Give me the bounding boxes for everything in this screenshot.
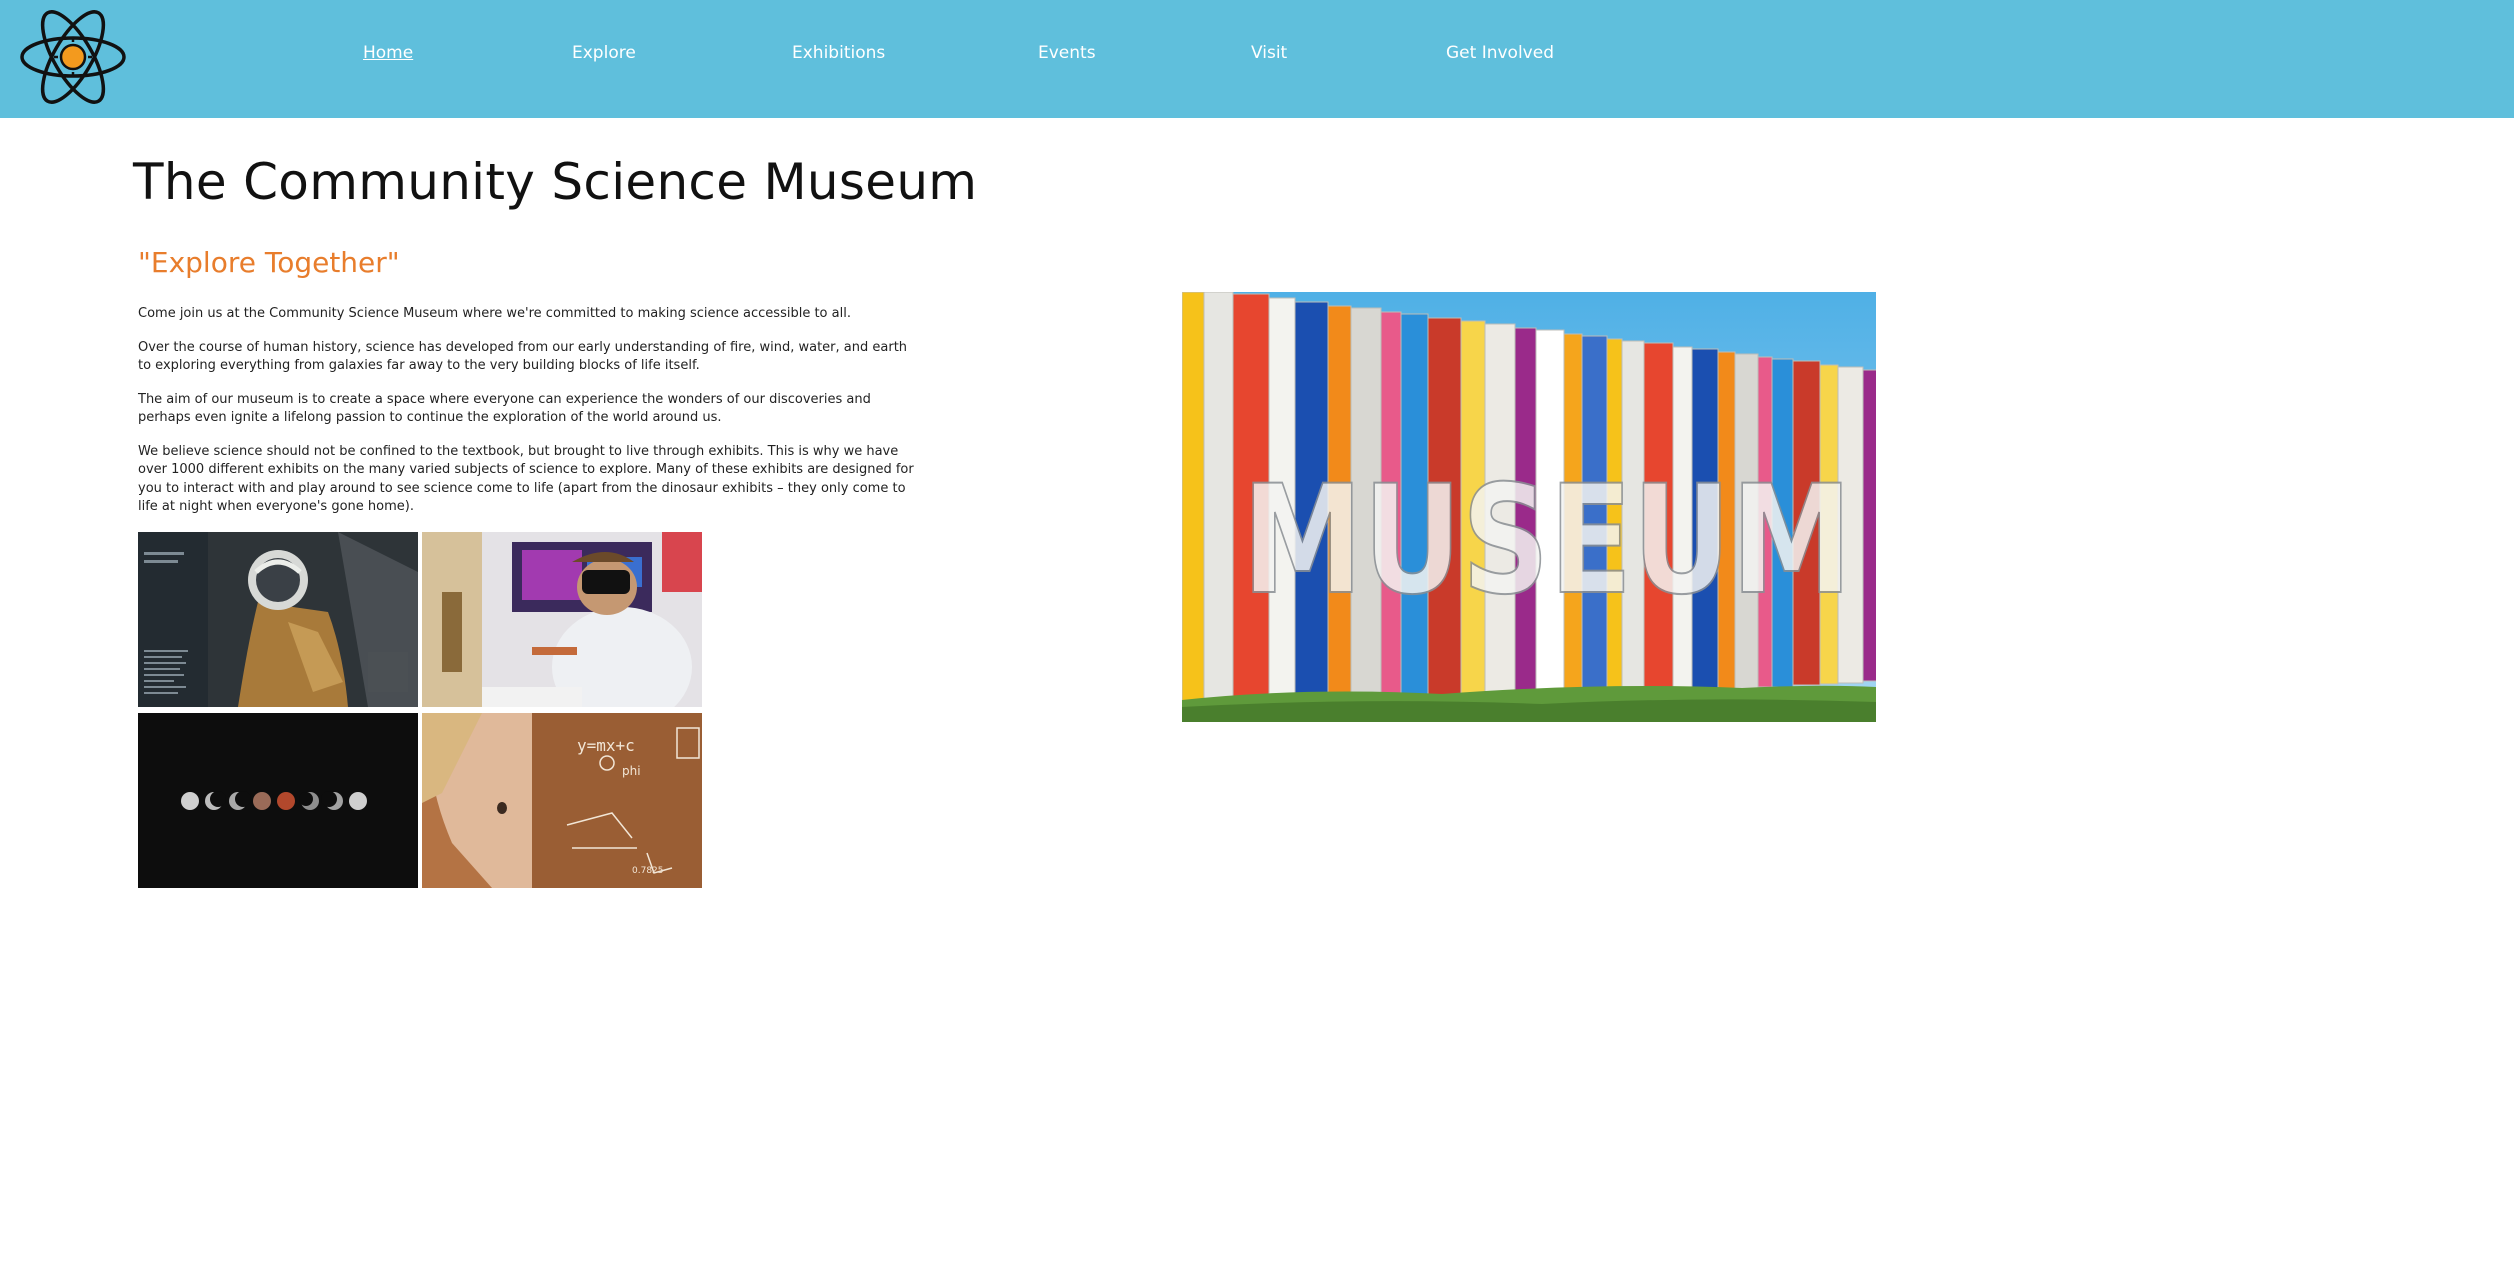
wall-panel (1182, 292, 1205, 722)
intro-text: Come join us at the Community Science Mu… (138, 305, 918, 532)
chalkboard-equation: y=mx+c (577, 736, 635, 755)
wall-panel (1203, 292, 1234, 722)
nav-home[interactable]: Home (363, 41, 413, 65)
intro-paragraph-3: The aim of our museum is to create a spa… (138, 391, 871, 426)
museum-sign-text: MUSEUM (1242, 454, 1852, 628)
intro-paragraph-2: Over the course of human history, scienc… (138, 339, 908, 374)
chalkboard-number: 0.7825 (632, 866, 664, 876)
site-header: Home Explore Exhibitions Events Visit Ge… (0, 0, 2514, 118)
tagline: "Explore Together" (138, 246, 400, 279)
atom-logo-icon[interactable] (18, 4, 128, 110)
intro-paragraph-4: We believe science should not be confine… (138, 443, 914, 515)
page-title: The Community Science Museum (133, 153, 978, 211)
astronaut-suit-photo (138, 532, 418, 707)
nav-events[interactable]: Events (1038, 41, 1096, 65)
photo-gallery: y=mx+c phi 0.7825 (138, 532, 702, 888)
nav-explore[interactable]: Explore (572, 41, 636, 65)
museum-sign-photo: MUSEUM (1182, 292, 1876, 722)
moon-phases-photo (138, 713, 418, 888)
chalkboard-phi: phi (622, 764, 641, 778)
nav-visit[interactable]: Visit (1251, 41, 1287, 65)
nav-exhibitions[interactable]: Exhibitions (792, 41, 885, 65)
wall-panel (1862, 369, 1876, 682)
vr-headset-photo (422, 532, 702, 707)
intro-paragraph-1: Come join us at the Community Science Mu… (138, 306, 851, 321)
nav-get-involved[interactable]: Get Involved (1446, 41, 1554, 65)
child-chalkboard-photo: y=mx+c phi 0.7825 (422, 713, 702, 888)
